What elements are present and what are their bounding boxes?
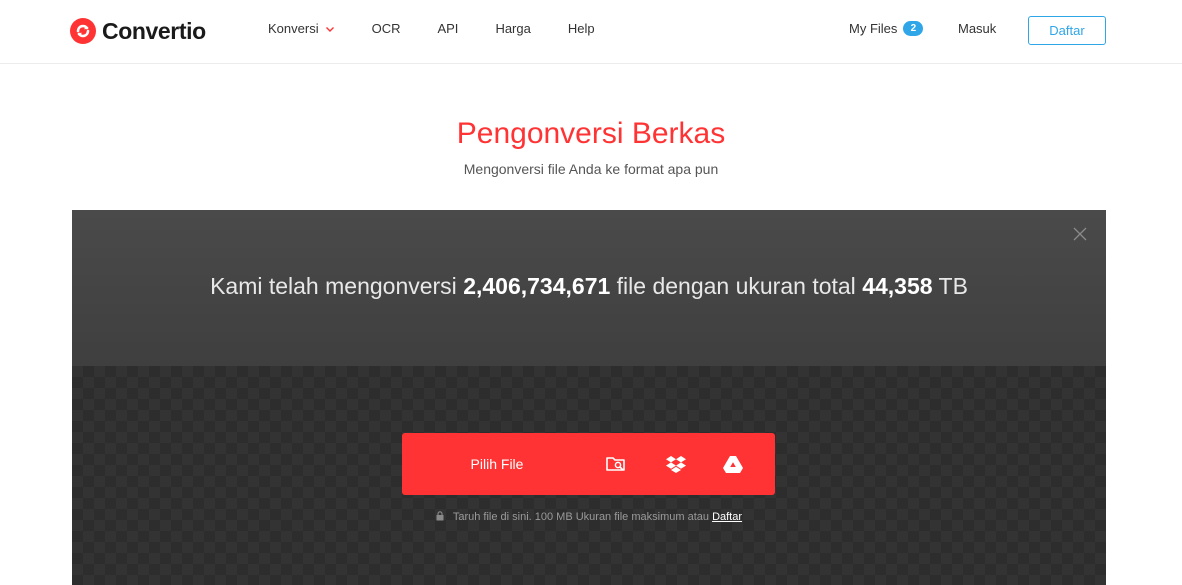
upload-bar: Pilih File [402, 433, 775, 495]
account-nav: My Files 2 Masuk Daftar [0, 15, 1182, 45]
dropbox-icon[interactable] [664, 452, 688, 476]
close-icon[interactable] [1072, 226, 1088, 242]
my-files-label: My Files [849, 21, 898, 36]
register-link[interactable]: Daftar [712, 511, 742, 523]
choose-file-button[interactable]: Pilih File [402, 433, 592, 495]
folder-search-icon[interactable] [604, 452, 628, 476]
page-title: Pengonversi Berkas [456, 117, 726, 150]
upload-note-text: Taruh file di sini. 100 MB Ukuran file m… [452, 511, 709, 523]
page-subtitle: Mengonversi file Anda ke format apa pun [463, 161, 719, 177]
stats-total-size: 44,358 [862, 273, 933, 299]
login-link[interactable]: Masuk [958, 21, 996, 36]
files-count-badge: 2 [903, 21, 924, 36]
stats-unit: TB [938, 273, 968, 299]
google-drive-icon[interactable] [721, 452, 745, 476]
site-header: Convertio Konversi OCR API Harga Help My… [0, 0, 1182, 64]
register-button[interactable]: Daftar [1028, 16, 1106, 45]
stats-banner: Kami telah mengonversi 2,406,734,671 fil… [72, 210, 1106, 366]
stats-prefix: Kami telah mengonversi [210, 273, 457, 299]
my-files-link[interactable]: My Files 2 [849, 21, 924, 36]
converter-panel: Kami telah mengonversi 2,406,734,671 fil… [72, 210, 1106, 585]
upload-note: Taruh file di sini. 100 MB Ukuran file m… [72, 511, 1106, 523]
stats-middle: file dengan ukuran total [616, 273, 856, 299]
lock-icon [436, 511, 444, 521]
conversion-stats: Kami telah mengonversi 2,406,734,671 fil… [72, 273, 1106, 300]
stats-files-count: 2,406,734,671 [463, 273, 611, 299]
